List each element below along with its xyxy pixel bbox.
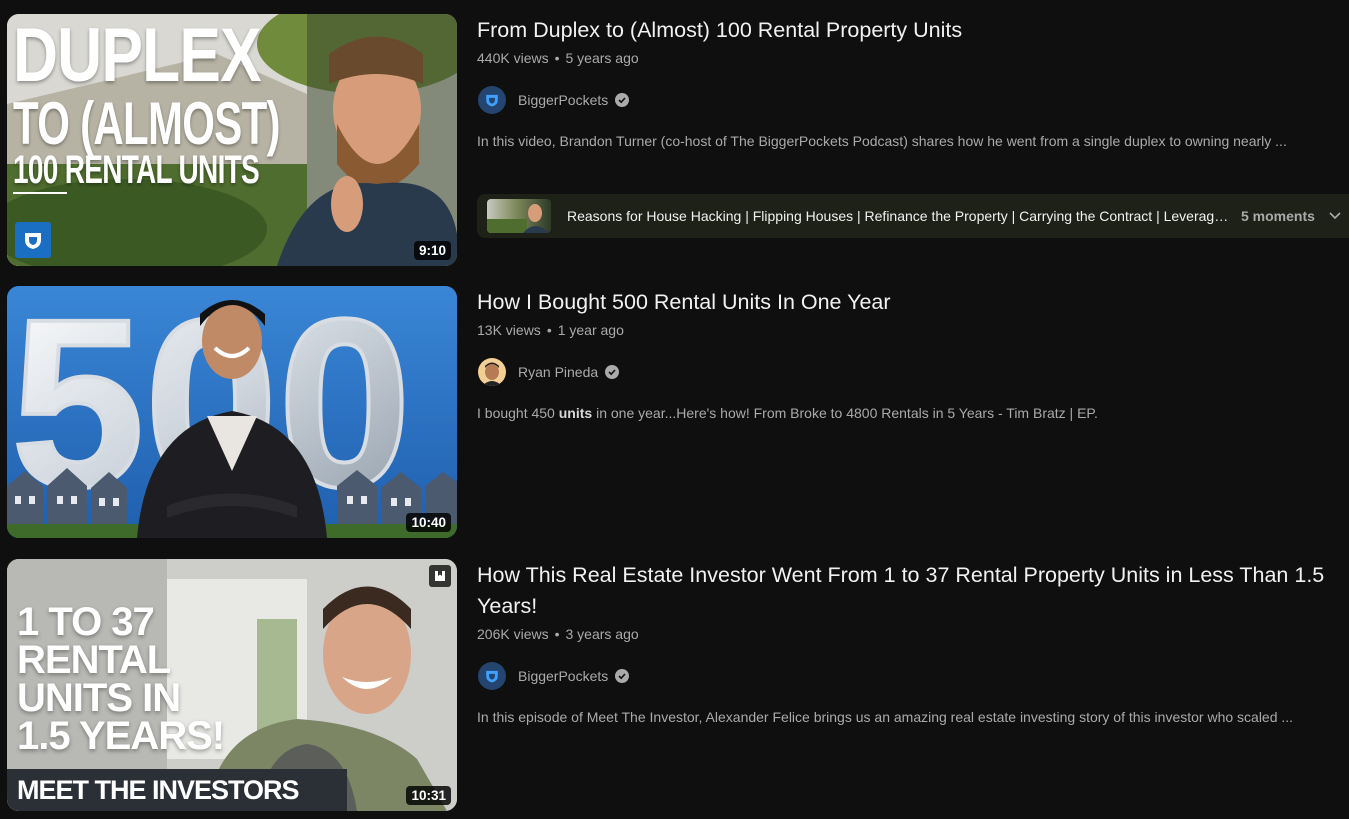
thumbnail-banner: MEET THE INVESTORS <box>7 769 347 811</box>
verified-check-icon <box>615 669 630 683</box>
channel-link[interactable]: BiggerPockets <box>477 661 1349 691</box>
video-title[interactable]: From Duplex to (Almost) 100 Rental Prope… <box>477 14 1349 46</box>
video-info: How This Real Estate Investor Went From … <box>477 559 1349 727</box>
ryan-pineda-avatar <box>482 362 502 386</box>
video-meta: 440K views • 5 years ago <box>477 48 1349 68</box>
thumbnail-scene: 500 <box>7 286 457 538</box>
channel-avatar[interactable] <box>478 358 506 386</box>
video-title[interactable]: How I Bought 500 Rental Units In One Yea… <box>477 286 1349 318</box>
video-thumbnail[interactable]: DUPLEX TO (ALMOST) 100 RENTAL UNITS 9:10 <box>7 14 457 266</box>
video-title[interactable]: How This Real Estate Investor Went From … <box>477 559 1327 622</box>
description-highlight: units <box>558 405 593 421</box>
meta-separator: • <box>554 626 560 642</box>
biggerpockets-logo-icon <box>15 222 51 258</box>
thumbnail-banner-text: MEET THE INVESTORS <box>17 774 300 805</box>
video-description: I bought 450 units in one year...Here's … <box>477 403 1341 423</box>
thumbnail-title: 1 TO 37 RENTAL UNITS IN 1.5 YEARS! <box>17 600 225 758</box>
channel-link[interactable]: Ryan Pineda <box>477 357 1349 387</box>
biggerpockets-logo-icon <box>486 670 498 683</box>
video-meta: 206K views • 3 years ago <box>477 624 1349 644</box>
channel-name[interactable]: BiggerPockets <box>518 668 608 684</box>
thumbnail-underline <box>13 192 67 194</box>
moment-thumbnail[interactable] <box>487 199 551 233</box>
video-meta: 13K views • 1 year ago <box>477 320 1349 340</box>
meta-separator: • <box>554 50 560 66</box>
thumbnail-title-line-3: UNITS IN <box>17 676 181 720</box>
view-count: 13K views <box>477 322 541 338</box>
channel-name[interactable]: BiggerPockets <box>518 92 608 108</box>
moments-count: 5 moments <box>1241 208 1315 224</box>
video-thumbnail[interactable]: 1 TO 37 RENTAL UNITS IN 1.5 YEARS! MEET … <box>7 559 457 811</box>
upload-age: 3 years ago <box>565 626 639 642</box>
verified-check-icon <box>605 365 620 379</box>
channel-link[interactable]: BiggerPockets <box>477 85 1349 115</box>
video-duration: 10:40 <box>406 513 451 532</box>
channel-avatar[interactable] <box>478 662 506 690</box>
channel-avatar[interactable] <box>478 86 506 114</box>
thumbnail-title-line-1: DUPLEX <box>13 14 262 98</box>
video-info: How I Bought 500 Rental Units In One Yea… <box>477 286 1349 423</box>
video-description: In this episode of Meet The Investor, Al… <box>477 709 1294 725</box>
thumbnail-title-line-3: 100 RENTAL UNITS <box>13 148 260 192</box>
thumbnail-title-line-2: RENTAL <box>17 638 171 682</box>
key-moments-bar[interactable]: Reasons for House Hacking | Flipping Hou… <box>477 194 1349 238</box>
video-result: 500 10:40 How I Bought 500 Rental Units … <box>0 286 1349 542</box>
video-duration: 9:10 <box>413 241 451 260</box>
thumbnail-title-line-1: 1 TO 37 <box>17 600 155 644</box>
chevron-down-icon[interactable] <box>1329 209 1341 223</box>
moments-chapters: Reasons for House Hacking | Flipping Hou… <box>567 208 1231 224</box>
video-description: In this video, Brandon Turner (co-host o… <box>477 133 1287 149</box>
description-text: I bought 450 <box>477 405 559 421</box>
upload-age: 5 years ago <box>565 50 639 66</box>
meta-separator: • <box>546 322 552 338</box>
video-thumbnail[interactable]: 500 10:40 <box>7 286 457 538</box>
verified-check-icon <box>615 93 630 107</box>
video-duration: 10:31 <box>406 786 451 805</box>
thumbnail-title-line-2: TO (ALMOST) <box>13 90 281 157</box>
view-count: 440K views <box>477 50 549 66</box>
video-result: DUPLEX TO (ALMOST) 100 RENTAL UNITS 9:10… <box>0 14 1349 270</box>
moment-scene <box>487 204 549 233</box>
playlist-save-icon[interactable] <box>429 565 451 587</box>
upload-age: 1 year ago <box>557 322 624 338</box>
thumbnail-title-line-4: 1.5 YEARS! <box>17 714 225 758</box>
view-count: 206K views <box>477 626 549 642</box>
biggerpockets-logo-icon <box>486 94 498 107</box>
channel-name[interactable]: Ryan Pineda <box>518 364 598 380</box>
description-text: in one year...Here's how! From Broke to … <box>592 405 1098 421</box>
video-info: From Duplex to (Almost) 100 Rental Prope… <box>477 14 1349 238</box>
video-result: 1 TO 37 RENTAL UNITS IN 1.5 YEARS! MEET … <box>0 559 1349 815</box>
